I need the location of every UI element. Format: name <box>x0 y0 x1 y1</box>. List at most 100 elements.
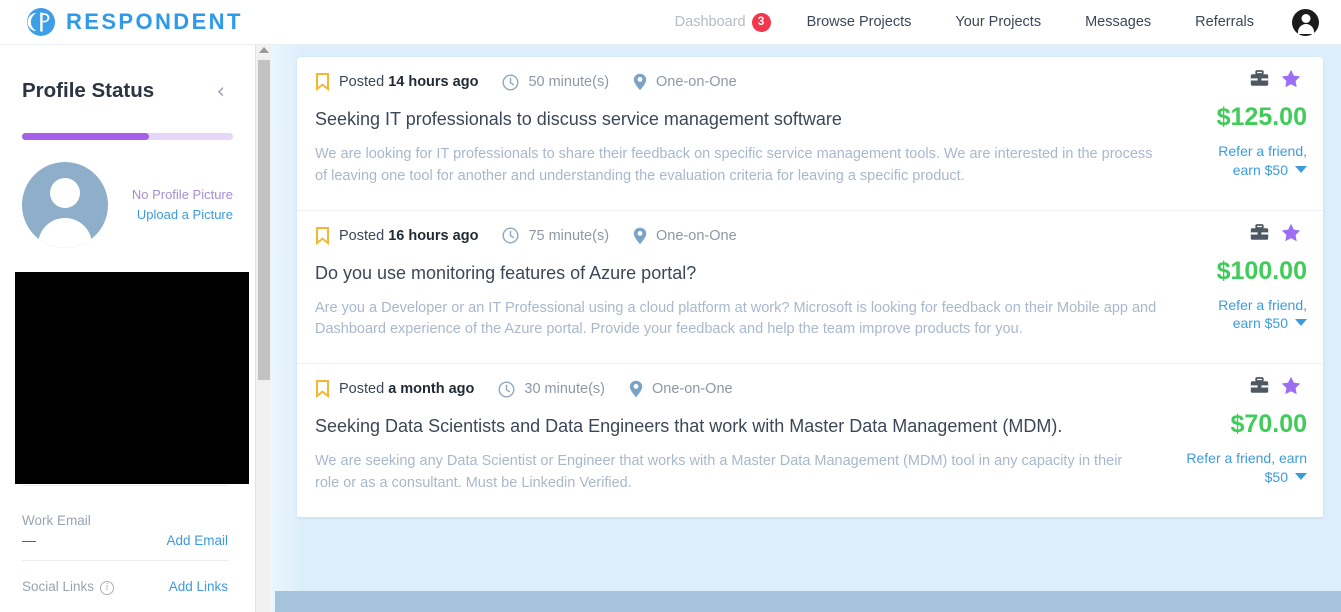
duration-text: 75 minute(s) <box>528 227 610 244</box>
star-icon[interactable] <box>1281 69 1301 93</box>
social-links-text: Social Links <box>22 579 95 594</box>
project-meta-row: Posted a month ago 30 minute(s) One-on-O… <box>313 380 1307 398</box>
project-card-body: Seeking IT professionals to discuss serv… <box>313 91 1307 188</box>
clock-icon <box>502 73 519 91</box>
profile-progress-fill <box>22 133 149 140</box>
refer-a-friend-link[interactable]: Refer a friend, earn $50 <box>1175 296 1307 334</box>
project-price: $70.00 <box>1230 410 1307 438</box>
work-email-label: Work Email <box>22 513 91 528</box>
work-email-field: Work Email — Add Email <box>22 513 228 548</box>
project-description: We are seeking any Data Scientist or Eng… <box>315 453 1123 491</box>
briefcase-icon[interactable] <box>1250 70 1269 92</box>
brand-name: RESPONDENT <box>66 9 243 34</box>
sidebar-header: Profile Status ‹ <box>0 45 255 103</box>
profile-sidebar: Profile Status ‹ No Profile Picture Uplo… <box>0 45 255 612</box>
format-meta: One-on-One <box>633 73 737 91</box>
project-card-body: Seeking Data Scientists and Data Enginee… <box>313 398 1307 495</box>
upload-picture-link[interactable]: Upload a Picture <box>132 205 233 225</box>
profile-placeholder-icon <box>22 162 108 248</box>
duration-text: 50 minute(s) <box>528 74 610 90</box>
work-email-value: — <box>22 532 36 548</box>
scroll-up-arrow-icon[interactable] <box>258 47 269 53</box>
bottom-blue-strip <box>275 591 1341 612</box>
project-feed-list: Posted 14 hours ago 50 minute(s) One-on-… <box>297 57 1323 517</box>
format-meta: One-on-One <box>629 380 733 398</box>
project-meta-row: Posted 16 hours ago 75 minute(s) One-on-… <box>313 226 1307 245</box>
project-card-text: Seeking IT professionals to discuss serv… <box>313 91 1175 188</box>
no-profile-picture-label: No Profile Picture <box>131 186 233 202</box>
location-pin-icon <box>629 380 643 398</box>
chevron-down-icon[interactable] <box>1295 472 1307 480</box>
redacted-region <box>15 272 249 484</box>
sidebar-scrollbar[interactable] <box>255 45 271 612</box>
project-title[interactable]: Seeking IT professionals to discuss serv… <box>315 109 1157 130</box>
top-navigation-bar: RESPONDENT Dashboard 3 Browse Projects Y… <box>0 0 1341 45</box>
sidebar-divider <box>22 485 229 486</box>
add-email-link[interactable]: Add Email <box>166 533 228 548</box>
location-pin-icon <box>633 227 647 245</box>
bookmark-icon[interactable] <box>315 226 330 245</box>
project-card-payout: $70.00 Refer a friend, earn $50 <box>1155 398 1307 487</box>
info-icon[interactable]: i <box>100 580 115 595</box>
briefcase-icon[interactable] <box>1250 223 1269 246</box>
add-links-link[interactable]: Add Links <box>169 579 228 594</box>
chevron-left-icon[interactable]: ‹ <box>217 80 225 102</box>
duration-text: 30 minute(s) <box>524 381 605 397</box>
respondent-logo-icon <box>26 7 56 37</box>
duration-meta: 75 minute(s) <box>502 227 609 244</box>
star-icon[interactable] <box>1281 376 1301 400</box>
duration-meta: 50 minute(s) <box>502 73 610 91</box>
project-card-payout: $100.00 Refer a friend, earn $50 <box>1175 245 1307 334</box>
social-links-field: Social Links i Add Links <box>22 579 228 595</box>
nav-item-browse-projects[interactable]: Browse Projects <box>785 14 934 30</box>
format-meta: One-on-One <box>633 227 737 245</box>
social-links-label: Social Links i <box>22 579 115 595</box>
profile-progress-track <box>22 133 233 140</box>
profile-status-title: Profile Status <box>22 79 155 102</box>
brand-logo[interactable]: RESPONDENT <box>26 7 243 37</box>
nav-item-your-projects[interactable]: Your Projects <box>933 14 1063 30</box>
dashboard-notification-badge: 3 <box>751 12 771 32</box>
posted-text: Posted a month ago <box>339 381 475 397</box>
chevron-down-icon[interactable] <box>1295 319 1307 327</box>
star-icon[interactable] <box>1281 223 1301 247</box>
user-avatar-icon[interactable] <box>1292 8 1319 36</box>
posted-meta: Posted 14 hours ago <box>315 73 478 91</box>
nav-item-referrals[interactable]: Referrals <box>1173 14 1276 30</box>
project-card-3[interactable]: Posted a month ago 30 minute(s) One-on-O… <box>297 363 1323 517</box>
project-card-1[interactable]: Posted 14 hours ago 50 minute(s) One-on-… <box>297 57 1323 210</box>
project-card-2[interactable]: Posted 16 hours ago 75 minute(s) One-on-… <box>297 209 1323 364</box>
posted-meta: Posted 16 hours ago <box>315 226 479 245</box>
profile-picture-links: No Profile Picture Upload a Picture <box>132 185 233 225</box>
chevron-down-icon[interactable] <box>1295 165 1307 173</box>
briefcase-icon[interactable] <box>1250 377 1269 399</box>
project-price: $125.00 <box>1216 103 1307 131</box>
project-card-text: Do you use monitoring features of Azure … <box>313 245 1175 342</box>
project-meta-row: Posted 14 hours ago 50 minute(s) One-on-… <box>313 73 1307 91</box>
project-description: We are looking for IT professionals to s… <box>315 146 1153 184</box>
duration-meta: 30 minute(s) <box>498 380 605 398</box>
location-pin-icon <box>633 73 647 91</box>
project-title[interactable]: Do you use monitoring features of Azure … <box>315 263 1157 284</box>
refer-a-friend-link[interactable]: Refer a friend, earn $50 <box>1155 449 1307 487</box>
nav-item-dashboard[interactable]: Dashboard <box>653 14 752 30</box>
project-card-text: Seeking Data Scientists and Data Enginee… <box>313 398 1155 495</box>
project-card-actions <box>1250 376 1301 400</box>
project-title[interactable]: Seeking Data Scientists and Data Enginee… <box>315 416 1137 437</box>
bookmark-icon[interactable] <box>315 380 330 398</box>
project-card-actions <box>1250 69 1301 93</box>
project-description: Are you a Developer or an IT Professiona… <box>315 299 1157 338</box>
scrollbar-thumb[interactable] <box>258 60 270 380</box>
posted-text: Posted 16 hours ago <box>339 227 479 244</box>
bookmark-icon[interactable] <box>315 73 330 91</box>
nav-links: Dashboard 3 Browse Projects Your Project… <box>653 8 1341 36</box>
nav-item-messages[interactable]: Messages <box>1063 14 1173 30</box>
format-text: One-on-One <box>651 381 733 397</box>
format-text: One-on-One <box>656 74 737 90</box>
project-card-body: Do you use monitoring features of Azure … <box>313 245 1307 342</box>
refer-a-friend-link[interactable]: Refer a friend, earn $50 <box>1175 142 1307 180</box>
main-content-area: Posted 14 hours ago 50 minute(s) One-on-… <box>271 45 1341 612</box>
clock-icon <box>502 227 519 244</box>
project-price: $100.00 <box>1216 256 1307 285</box>
profile-picture-row: No Profile Picture Upload a Picture <box>22 162 233 248</box>
